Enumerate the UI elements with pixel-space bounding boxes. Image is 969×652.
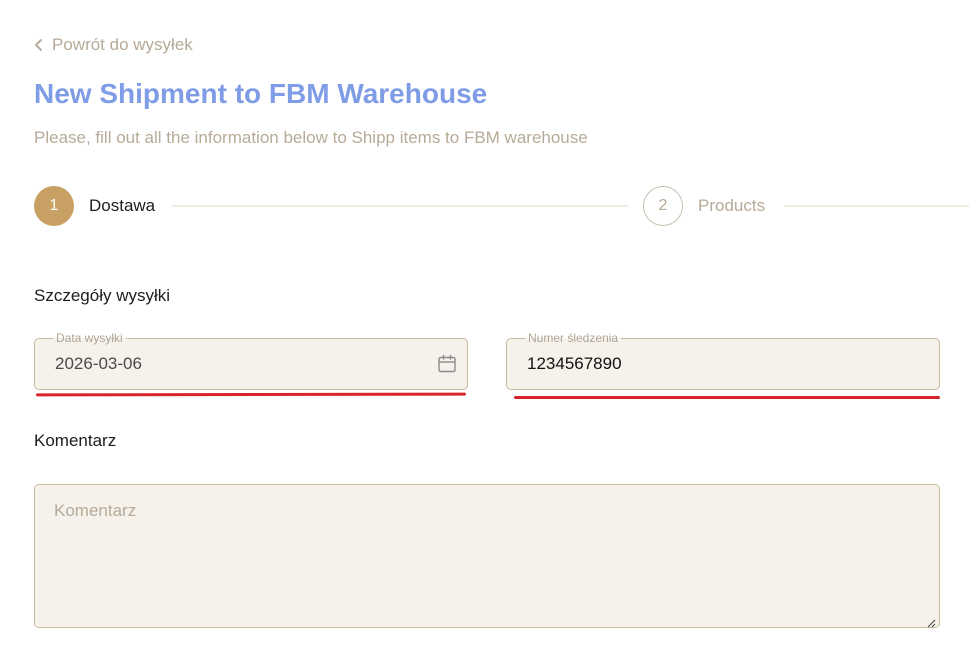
calendar-icon[interactable] xyxy=(437,354,457,374)
tracking-number-field[interactable]: Numer śledzenia 1234567890 xyxy=(506,331,940,390)
shipment-date-label: Data wysyłki xyxy=(53,331,126,345)
annotation-underline xyxy=(35,392,467,397)
back-link-label: Powrót do wysyłek xyxy=(52,35,193,54)
step-2-number[interactable]: 2 xyxy=(643,186,683,226)
shipment-details-heading: Szczegóły wysyłki xyxy=(34,286,171,305)
annotation-underline xyxy=(514,396,940,399)
back-to-shipments-link[interactable]: Powrót do wysyłek xyxy=(34,35,193,55)
step-1-number[interactable]: 1 xyxy=(34,186,74,226)
shipment-date-field[interactable]: Data wysyłki 2026-03-06 xyxy=(34,331,468,390)
page-title: New Shipment to FBM Warehouse xyxy=(34,78,488,109)
chevron-left-icon xyxy=(34,38,44,52)
page-subtitle: Please, fill out all the information bel… xyxy=(34,128,588,147)
shipment-date-value[interactable]: 2026-03-06 xyxy=(55,354,142,374)
stepper: 1 Dostawa 2 Products xyxy=(34,186,969,226)
step-2-label[interactable]: Products xyxy=(698,196,765,216)
resize-handle-icon[interactable] xyxy=(926,615,936,628)
comment-heading: Komentarz xyxy=(34,431,117,450)
step-connector xyxy=(784,205,969,207)
tracking-number-value[interactable]: 1234567890 xyxy=(527,354,622,374)
comment-textarea[interactable] xyxy=(34,484,940,628)
step-connector xyxy=(172,205,628,207)
tracking-number-label: Numer śledzenia xyxy=(525,331,622,345)
new-shipment-page: Powrót do wysyłek New Shipment to FBM Wa… xyxy=(0,0,969,652)
step-1-label[interactable]: Dostawa xyxy=(89,196,155,216)
